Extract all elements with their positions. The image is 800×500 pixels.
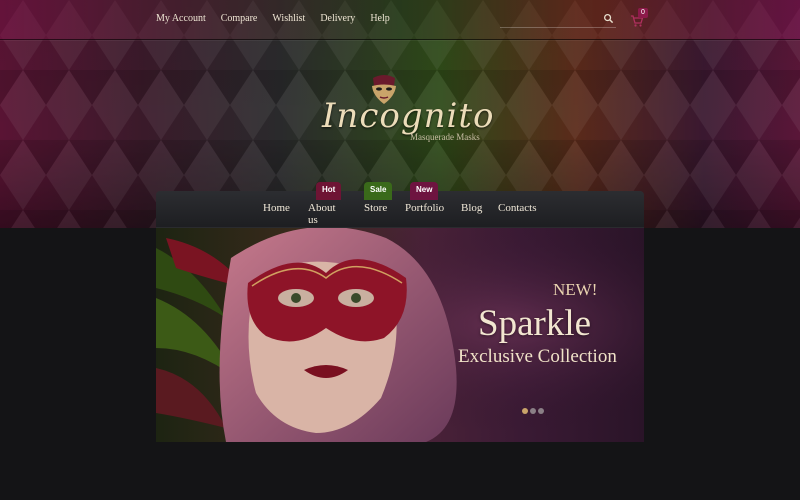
main-navigation: Home Hot About us Sale Store New Portfol…: [156, 182, 644, 228]
slide-title: Sparkle: [478, 303, 592, 344]
slide-kicker: NEW!: [553, 280, 598, 299]
nav-contacts[interactable]: Contacts: [498, 202, 537, 214]
hero-slider[interactable]: NEW! Sparkle Exclusive Collection: [156, 228, 644, 442]
nav-home[interactable]: Home: [263, 202, 290, 214]
hot-badge: Hot: [316, 182, 342, 200]
logo-subtitle: Masquerade Masks: [410, 132, 480, 142]
slider-pagination: [522, 408, 544, 414]
sale-badge: Sale: [364, 182, 393, 200]
logo-title[interactable]: Incognito: [322, 96, 494, 136]
compare-link[interactable]: Compare: [221, 13, 258, 24]
top-bar: My Account Compare Wishlist Delivery Hel…: [0, 0, 800, 40]
nav-portfolio[interactable]: Portfolio: [405, 202, 444, 214]
my-account-link[interactable]: My Account: [156, 13, 206, 24]
search-box: [500, 12, 616, 29]
slide-dot-3[interactable]: [538, 408, 544, 414]
slide-dot-1[interactable]: [522, 408, 528, 414]
account-links: My Account Compare Wishlist Delivery Hel…: [156, 13, 390, 24]
cart-count-badge: 0: [638, 8, 648, 18]
slide-dot-2[interactable]: [530, 408, 536, 414]
help-link[interactable]: Help: [370, 13, 389, 24]
delivery-link[interactable]: Delivery: [320, 13, 355, 24]
nav-blog[interactable]: Blog: [461, 202, 482, 214]
nav-about[interactable]: About us: [308, 202, 336, 226]
search-input[interactable]: [500, 15, 600, 29]
wishlist-link[interactable]: Wishlist: [272, 13, 305, 24]
slide-subtitle: Exclusive Collection: [458, 346, 617, 367]
new-badge: New: [410, 182, 439, 200]
search-icon[interactable]: [603, 13, 614, 24]
nav-store[interactable]: Store: [364, 202, 387, 214]
